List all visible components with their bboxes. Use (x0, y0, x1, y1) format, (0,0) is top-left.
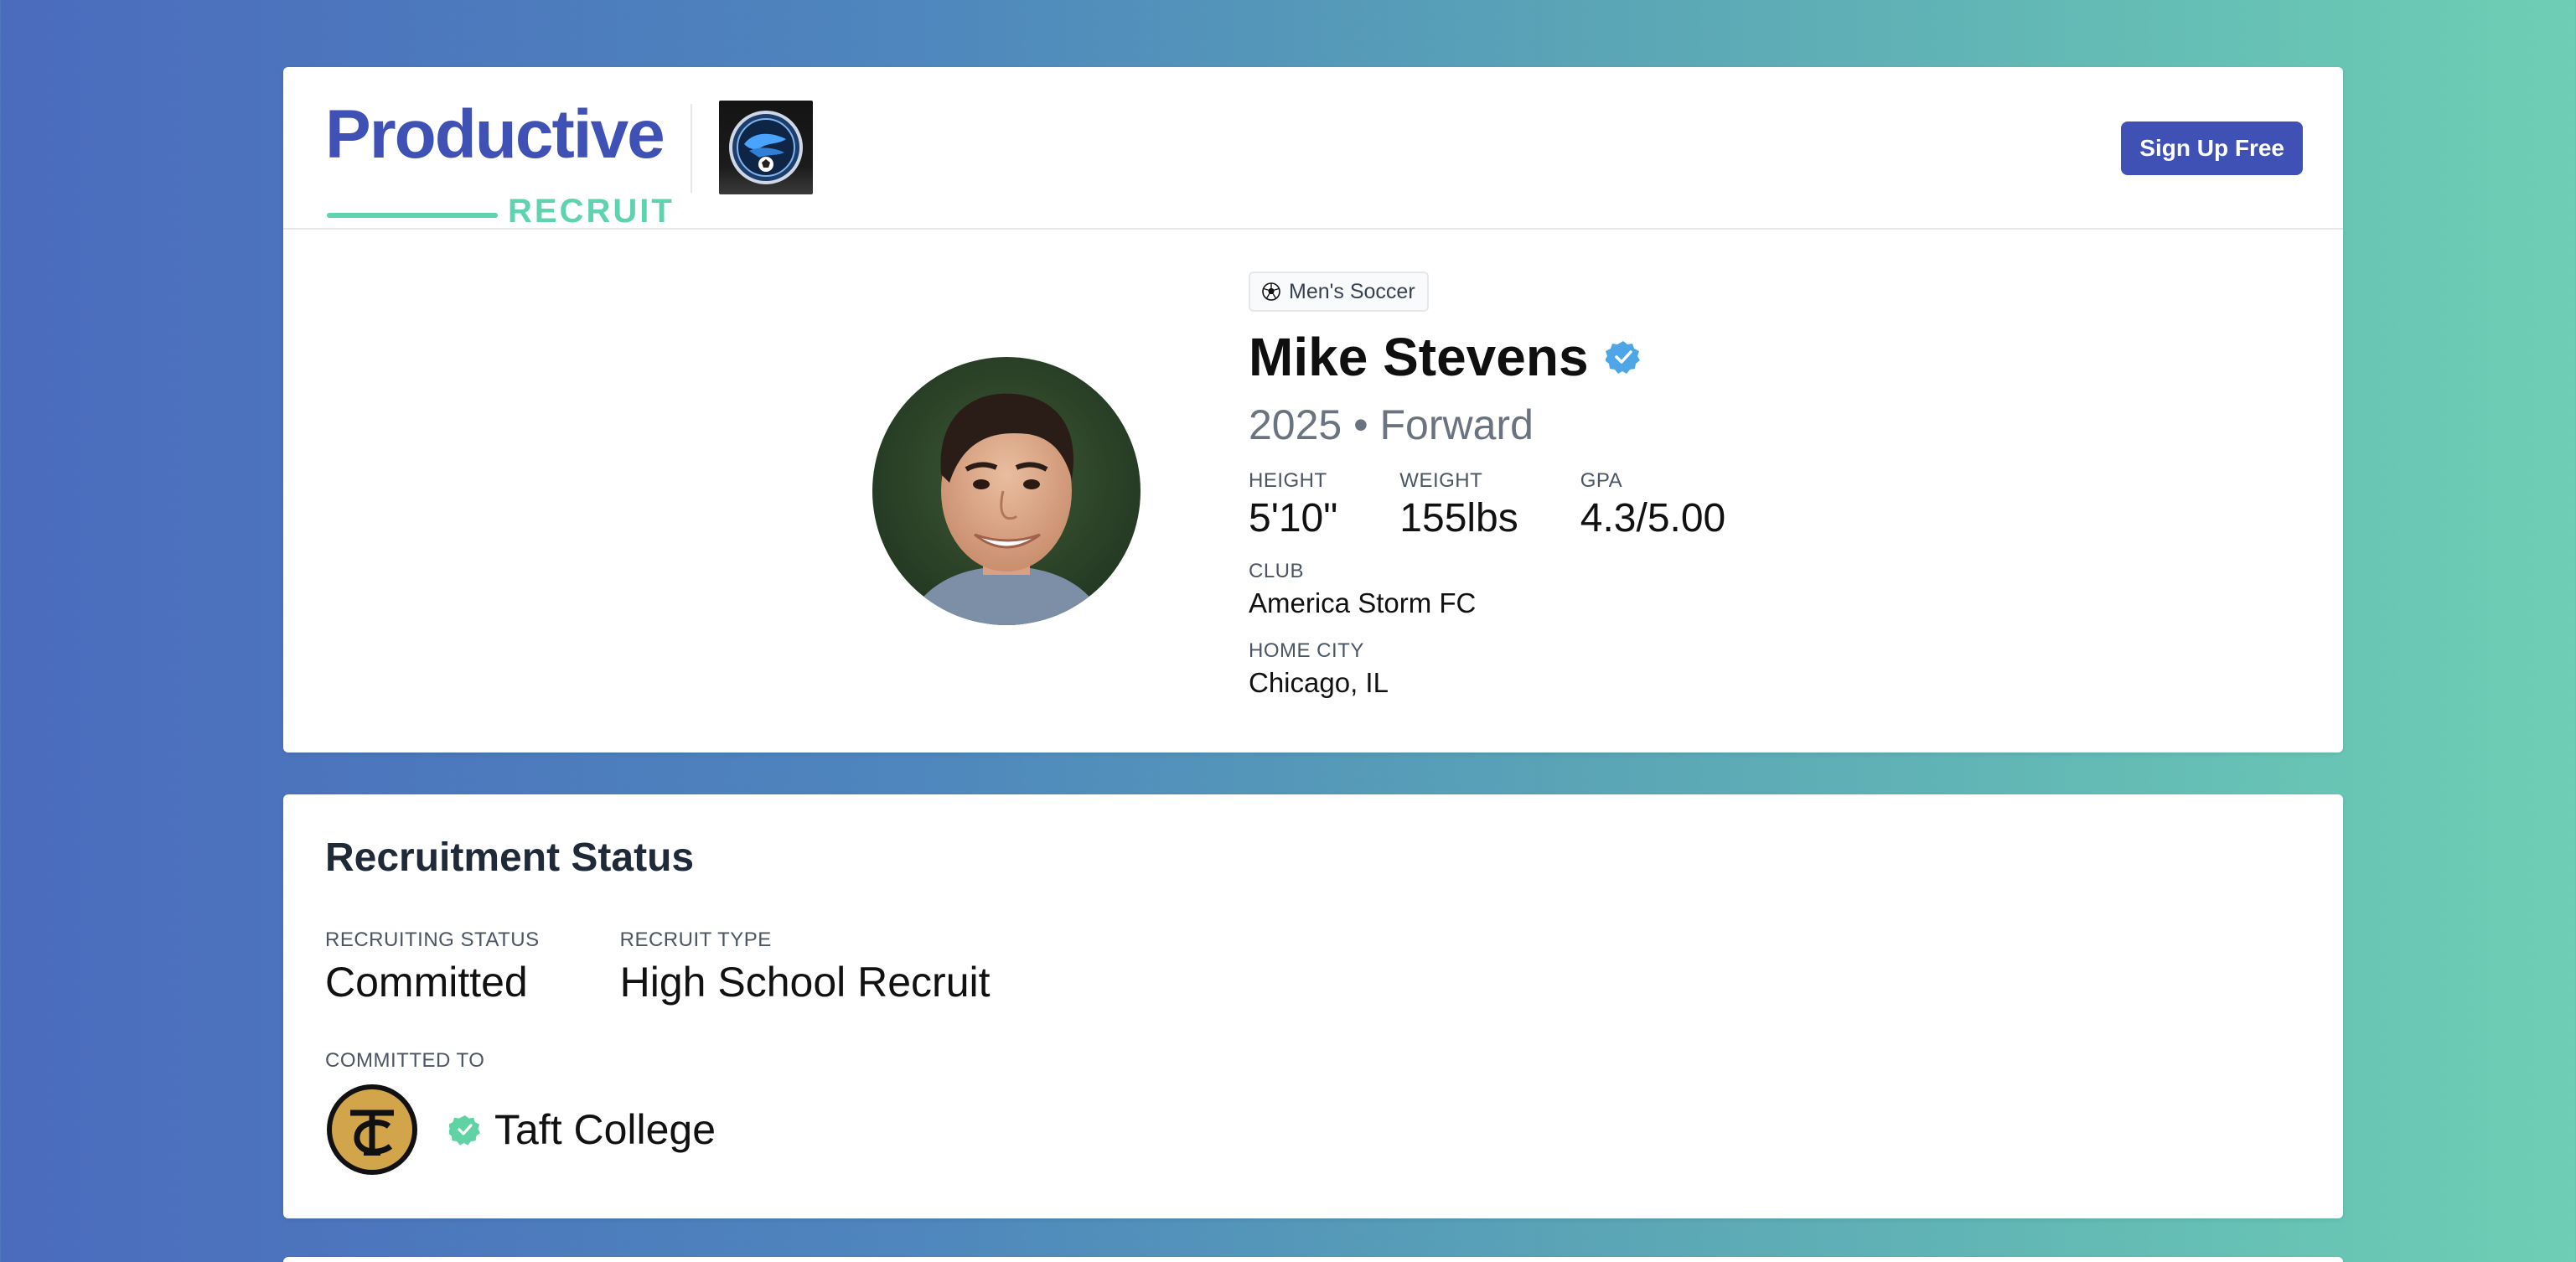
sport-tag-label: Men's Soccer (1289, 279, 1415, 303)
athlete-photo (872, 357, 1141, 625)
verified-badge-icon (1605, 341, 1640, 374)
stat-label: GPA (1580, 469, 1623, 492)
profile-card: Productive RECRUIT Sign Up Free Men's So… (283, 67, 2343, 753)
athlete-avatar (872, 357, 1141, 625)
college-logo (325, 1083, 419, 1177)
logo-wordmark: Productive (325, 96, 665, 173)
stat-height: HEIGHT 5'10" (1249, 471, 1337, 540)
page-header: Productive RECRUIT Sign Up Free (283, 67, 2343, 230)
stat-gpa: GPA 4.3/5.00 (1580, 471, 1725, 540)
club-logo (719, 101, 813, 194)
logo-underline (327, 213, 498, 218)
stat-label: WEIGHT (1399, 469, 1483, 492)
club-label: CLUB (1249, 560, 1305, 583)
stat-value: 155lbs (1399, 496, 1518, 540)
sign-up-button[interactable]: Sign Up Free (2121, 122, 2303, 175)
productive-recruit-logo[interactable]: Productive RECRUIT (325, 101, 672, 229)
recruit-type-label: RECRUIT TYPE (619, 928, 772, 951)
stat-weight: WEIGHT 155lbs (1399, 471, 1518, 540)
logo-subtitle: RECRUIT (508, 193, 675, 230)
home-city-field: HOME CITY Chicago, IL (1249, 639, 1787, 698)
recruiting-status-value: Committed (325, 959, 528, 1006)
recruit-type-value: High School Recruit (619, 959, 991, 1006)
stat-label: HEIGHT (1249, 469, 1327, 492)
taft-college-logo-icon (327, 1084, 417, 1175)
recruiting-status: RECRUITING STATUS Committed (325, 930, 540, 1005)
next-section-card (283, 1257, 2343, 1262)
club-field: CLUB America Storm FC (1249, 561, 1787, 618)
athlete-stats: HEIGHT 5'10" WEIGHT 155lbs GPA 4.3/5.00 (1249, 471, 1787, 540)
athlete-name: Mike Stevens (1249, 327, 1589, 387)
stat-value: 5'10" (1249, 496, 1338, 540)
athlete-name-row: Mike Stevens (1249, 330, 1787, 384)
committed-college[interactable]: Taft College (325, 1083, 716, 1177)
committed-to-label: COMMITTED TO (325, 1049, 485, 1072)
home-city-value: Chicago, IL (1249, 666, 1389, 698)
sport-tag: Men's Soccer (1249, 272, 1429, 312)
recruitment-status-card: Recruitment Status RECRUITING STATUS Com… (283, 794, 2343, 1218)
home-city-label: HOME CITY (1249, 639, 1364, 662)
club-value: America Storm FC (1249, 587, 1477, 619)
section-title: Recruitment Status (325, 835, 695, 880)
athlete-info: Men's Soccer Mike Stevens 2025 • Forward… (1249, 272, 1787, 698)
soccer-ball-icon (1262, 282, 1280, 301)
club-crest-icon (729, 111, 803, 184)
recruit-type: RECRUIT TYPE High School Recruit (620, 930, 991, 1005)
verified-check-icon (449, 1115, 480, 1146)
college-name[interactable]: Taft College (494, 1109, 716, 1151)
recruitment-details: RECRUITING STATUS Committed RECRUIT TYPE… (325, 930, 1071, 1005)
stat-value: 4.3/5.00 (1580, 496, 1726, 540)
class-position: 2025 • Forward (1249, 401, 1534, 448)
header-divider (691, 104, 692, 193)
recruiting-status-label: RECRUITING STATUS (325, 928, 540, 951)
